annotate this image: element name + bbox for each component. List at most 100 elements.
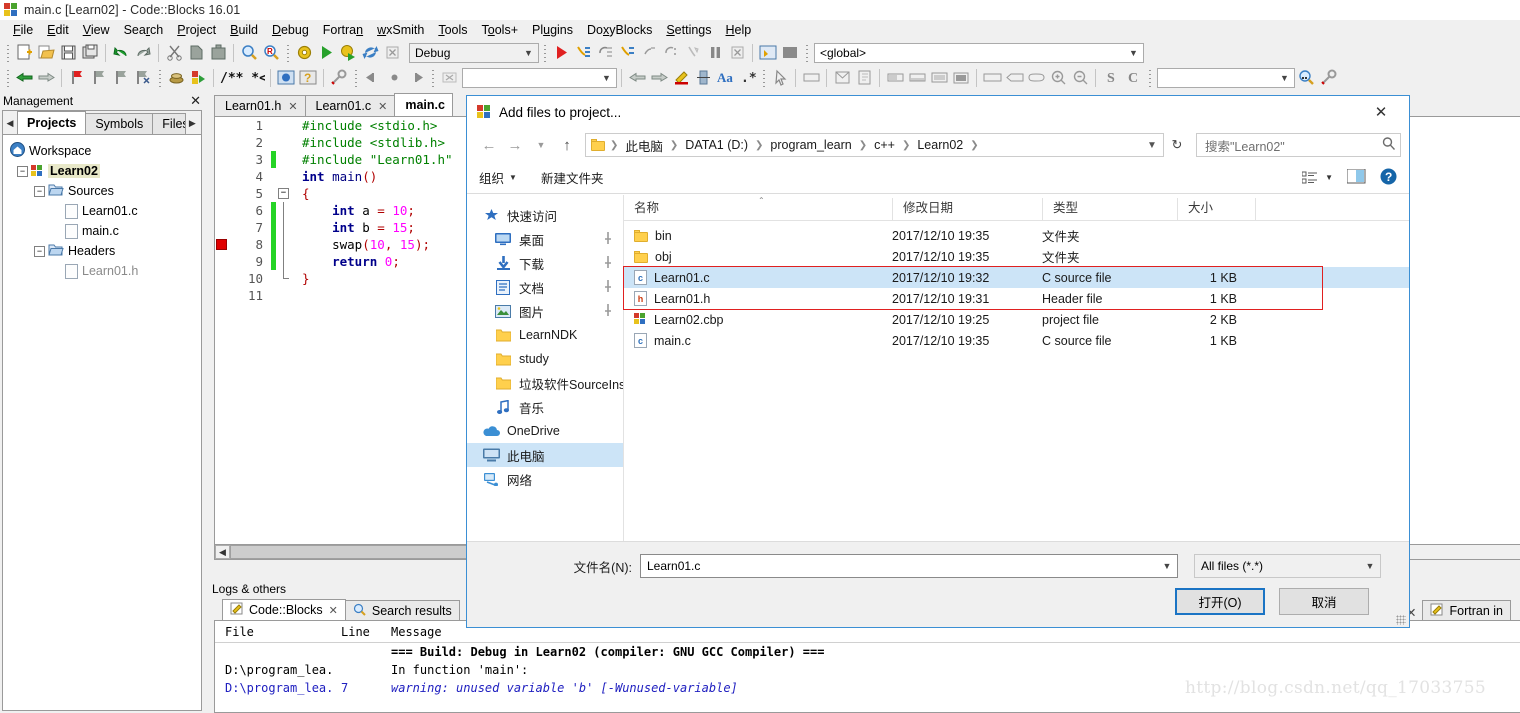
collapse-toggle[interactable]: − (34, 245, 45, 257)
breadcrumb-item-3[interactable]: c++ (872, 138, 897, 152)
build-target-combo[interactable]: Debug ▼ (409, 42, 539, 63)
tree-node-project[interactable]: − Learn02 (7, 161, 201, 181)
breadcrumb-item-0[interactable]: 此电脑 (623, 136, 665, 155)
doxyblocks-comment-icon[interactable]: /** *< (218, 67, 266, 88)
search-files-icon[interactable] (1295, 67, 1317, 88)
regex-icon[interactable]: .* (736, 67, 758, 88)
next-bookmark-icon[interactable] (110, 67, 132, 88)
menu-doxyblocks[interactable]: DoxyBlocks (580, 22, 659, 38)
organize-button[interactable]: 组织 ▼ (479, 168, 517, 187)
pin-icon[interactable] (603, 303, 613, 319)
log-row[interactable]: === Build: Debug in Learn02 (compiler: G… (215, 643, 1520, 661)
toolbar-grip[interactable] (284, 43, 291, 62)
debug-step-out-icon[interactable] (616, 42, 638, 63)
tree-node-sources[interactable]: − Sources (7, 181, 201, 201)
toolbar-grip[interactable] (541, 43, 548, 62)
various-info-icon[interactable] (779, 42, 801, 63)
marker-margin[interactable] (215, 117, 229, 134)
doxyblocks-help-icon[interactable]: ? (297, 67, 319, 88)
menu-fortran[interactable]: Fortran (316, 22, 370, 38)
rebuild-icon[interactable] (359, 42, 381, 63)
arrow-up-icon[interactable]: ↑ (555, 133, 579, 157)
file-row[interactable]: bin 2017/12/10 19:35 文件夹 (624, 225, 1409, 246)
pointer-icon[interactable] (769, 67, 791, 88)
pin-icon[interactable] (603, 279, 613, 295)
fold-margin[interactable] (276, 270, 294, 287)
build-icon[interactable] (293, 42, 315, 63)
undo-icon[interactable] (110, 42, 132, 63)
fold-margin[interactable] (276, 168, 294, 185)
pin-icon[interactable] (603, 231, 613, 247)
file-list-pane[interactable]: ⌃ 名称 修改日期 类型 大小 bin 2017/12/10 19:35 文件夹 ob… (623, 195, 1409, 541)
nav-pane-item[interactable]: 此电脑 (467, 443, 623, 467)
nav-pane-item[interactable]: 网络 (467, 467, 623, 491)
debug-run-to-cursor-icon[interactable] (682, 42, 704, 63)
toolbar-grip[interactable] (4, 43, 11, 62)
fortran-current-icon[interactable] (383, 67, 405, 88)
copy-icon[interactable] (185, 42, 207, 63)
arrow-right-icon[interactable]: → (503, 133, 527, 157)
abort-build-icon[interactable] (381, 42, 403, 63)
wx-panel-icon[interactable] (800, 67, 822, 88)
debug-step-into-icon[interactable] (572, 42, 594, 63)
fortran-jump-back-icon[interactable] (361, 67, 383, 88)
marker-margin[interactable] (215, 185, 229, 202)
file-row[interactable]: h Learn01.h 2017/12/10 19:31 Header file 1 K… (624, 288, 1409, 309)
tree-node-workspace[interactable]: Workspace (7, 141, 201, 161)
search-input[interactable]: 搜索"Learn02" (1196, 133, 1401, 157)
fold-margin[interactable] (276, 253, 294, 270)
replace-icon[interactable]: R (260, 42, 282, 63)
tab-symbols[interactable]: Symbols (85, 113, 154, 134)
toolbar-grip[interactable] (803, 43, 810, 62)
doxyblocks-run-icon[interactable] (165, 67, 187, 88)
doxyblocks-extract-icon[interactable] (187, 67, 209, 88)
new-folder-button[interactable]: 新建文件夹 (541, 168, 604, 187)
wxsmith-forward-icon[interactable] (648, 67, 670, 88)
fold-margin[interactable] (276, 117, 294, 134)
close-icon[interactable]: ✕ (329, 604, 338, 617)
tab-projects[interactable]: Projects (17, 111, 87, 134)
breakpoint-marker-icon[interactable] (215, 236, 229, 253)
chevron-down-icon[interactable]: ▼ (1362, 561, 1378, 571)
menu-view[interactable]: View (76, 22, 117, 38)
marker-margin[interactable] (215, 151, 229, 168)
file-row[interactable]: Learn02.cbp 2017/12/10 19:25 project file 2… (624, 309, 1409, 330)
find-icon[interactable] (238, 42, 260, 63)
marker-margin[interactable] (215, 253, 229, 270)
collapse-toggle[interactable]: − (17, 165, 28, 177)
chevron-down-icon[interactable]: ▼ (529, 133, 553, 157)
toolbar-grip[interactable] (429, 68, 436, 87)
menu-project[interactable]: Project (170, 22, 223, 38)
nav-pane-item[interactable]: 文档 (467, 275, 623, 299)
nav-back-icon[interactable] (13, 67, 35, 88)
redo-icon[interactable] (132, 42, 154, 63)
tree-node-file[interactable]: Learn01.c (7, 201, 201, 221)
new-file-icon[interactable] (13, 42, 35, 63)
wrench-icon[interactable] (1317, 67, 1339, 88)
fold-margin[interactable] (276, 202, 294, 219)
nav-pane-item[interactable]: 桌面 (467, 227, 623, 251)
wx-align-bottom-icon[interactable] (906, 67, 928, 88)
wx-stretch-icon[interactable] (1025, 67, 1047, 88)
wx-fill-icon[interactable] (950, 67, 972, 88)
arrow-left-icon[interactable]: ← (477, 133, 501, 157)
zoom-in-icon[interactable] (1047, 67, 1069, 88)
debug-step-instruction-icon[interactable] (660, 42, 682, 63)
fold-margin[interactable] (276, 134, 294, 151)
fold-margin[interactable] (276, 151, 294, 168)
file-row[interactable]: c Learn01.c 2017/12/10 19:32 C source file 1… (624, 267, 1409, 288)
wx-expand-h-icon[interactable] (981, 67, 1003, 88)
file-row[interactable]: obj 2017/12/10 19:35 文件夹 (624, 246, 1409, 267)
scope-combo[interactable]: <global> ▼ (814, 42, 1144, 63)
marker-margin[interactable] (215, 270, 229, 287)
marker-margin[interactable] (215, 287, 229, 304)
debug-stop-icon[interactable] (726, 42, 748, 63)
nav-pane-item[interactable]: study (467, 347, 623, 371)
pin-icon[interactable] (603, 255, 613, 271)
font-icon[interactable]: Aa (714, 67, 736, 88)
debug-step-over-icon[interactable] (594, 42, 616, 63)
wx-shrink-icon[interactable] (1003, 67, 1025, 88)
debugging-windows-icon[interactable] (757, 42, 779, 63)
breadcrumb-item-4[interactable]: Learn02 (915, 138, 965, 152)
cut-icon[interactable] (163, 42, 185, 63)
